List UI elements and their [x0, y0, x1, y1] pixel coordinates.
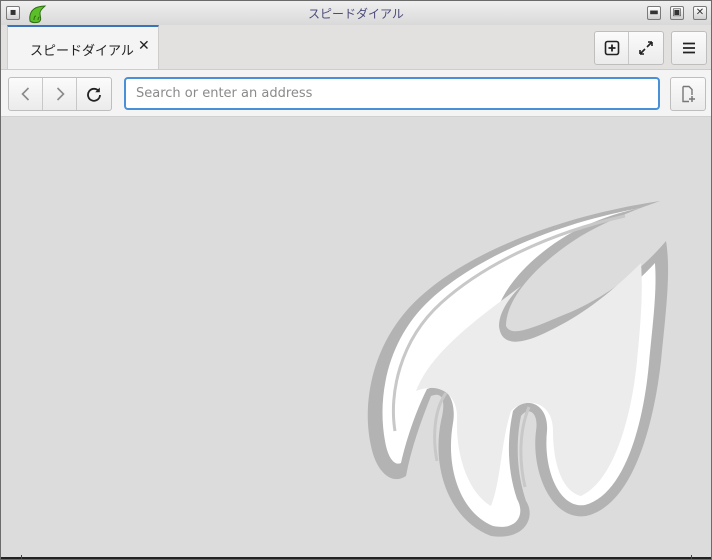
tab-speed-dial[interactable]: スピードダイアル ✕ [7, 25, 159, 69]
bookmark-group [670, 77, 706, 111]
reload-icon [87, 87, 101, 102]
tab-label: スピードダイアル [30, 44, 134, 59]
window-titlebar[interactable]: ▪ スピードダイアル ▬ ▣ ✕ [1, 1, 711, 26]
tab-bar: スピードダイアル ✕ [1, 25, 711, 70]
hamburger-menu-icon [683, 42, 695, 54]
midori-logo-watermark [367, 201, 669, 537]
main-menu-button[interactable] [672, 32, 706, 64]
add-bookmark-button[interactable] [671, 78, 705, 110]
tab-actions-group [594, 31, 664, 65]
maximize-icon: ▣ [672, 7, 682, 18]
back-button[interactable] [9, 78, 43, 110]
status-border [1, 557, 711, 559]
speed-dial-page[interactable] [1, 117, 711, 557]
navigation-bar [1, 70, 711, 117]
add-bookmark-icon [682, 85, 695, 103]
close-icon: ✕ [695, 7, 705, 18]
new-tab-button[interactable] [595, 32, 629, 64]
close-window-button[interactable]: ✕ [693, 6, 707, 20]
address-bar[interactable] [124, 77, 660, 110]
status-divider [691, 555, 692, 559]
chevron-left-icon [20, 87, 29, 101]
expand-arrows-icon [639, 41, 653, 55]
menu-group [671, 31, 707, 65]
maximize-button[interactable]: ▣ [670, 6, 684, 20]
forward-button[interactable] [43, 78, 77, 110]
tab-close-icon[interactable]: ✕ [138, 38, 150, 54]
browser-window: ▪ スピードダイアル ▬ ▣ ✕ スピードダイアル ✕ [0, 0, 712, 560]
plus-square-icon [604, 40, 619, 56]
address-input[interactable] [136, 79, 646, 108]
chevron-right-icon [56, 87, 65, 101]
reload-button[interactable] [77, 78, 111, 110]
minimize-button[interactable]: ▬ [647, 6, 661, 20]
fullscreen-button[interactable] [629, 32, 663, 64]
minimize-icon: ▬ [649, 7, 659, 18]
midori-logo [367, 201, 669, 537]
window-title: スピードダイアル [308, 7, 404, 21]
history-nav-group [8, 77, 112, 111]
status-divider [21, 555, 22, 559]
